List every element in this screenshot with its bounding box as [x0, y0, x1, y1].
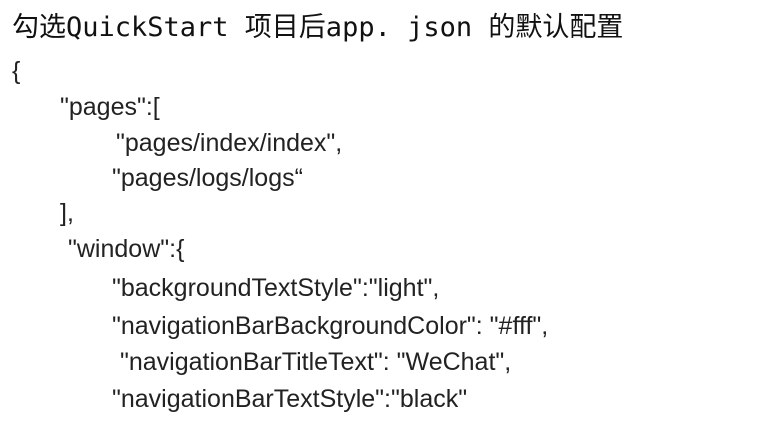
document-page: 勾选QuickStart 项目后app. json 的默认配置 { "pages… [0, 0, 760, 444]
code-line-open-brace: { [12, 57, 21, 85]
code-line-navbar-title-text: "navigationBarTitleText": "WeChat", [120, 348, 512, 376]
code-line-pages-index: "pages/index/index", [116, 129, 343, 157]
code-line-navbar-text-style: "navigationBarTextStyle":"black" [112, 385, 468, 413]
code-line-navbar-bg-color: "navigationBarBackgroundColor": "#fff", [112, 312, 549, 340]
code-line-pages-close: ], [60, 199, 74, 227]
code-line-window-key: "window":{ [68, 235, 185, 263]
code-line-background-text-style: "backgroundTextStyle":"light", [112, 274, 440, 302]
code-line-pages-logs: "pages/logs/logs“ [112, 164, 303, 192]
page-title: 勾选QuickStart 项目后app. json 的默认配置 [12, 12, 624, 43]
code-line-pages-key: "pages":[ [60, 93, 160, 121]
